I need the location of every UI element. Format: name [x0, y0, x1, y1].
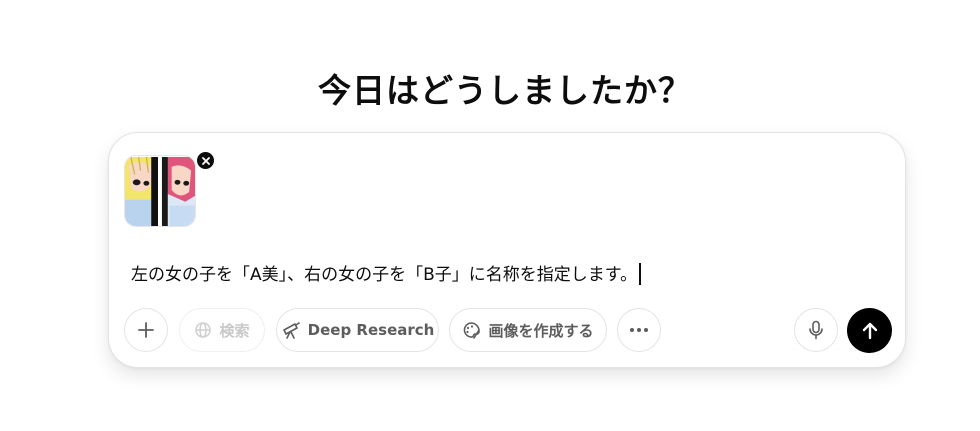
- send-button[interactable]: [847, 308, 892, 353]
- create-image-button[interactable]: 画像を作成する: [449, 308, 607, 352]
- close-icon: [201, 156, 210, 165]
- more-tools-button[interactable]: [617, 308, 661, 352]
- create-image-label: 画像を作成する: [488, 321, 594, 340]
- search-label: 検索: [219, 321, 250, 340]
- more-horizontal-icon: [630, 328, 648, 332]
- telescope-icon: [282, 322, 300, 339]
- globe-icon: [195, 322, 212, 338]
- arrow-up-icon: [862, 322, 877, 339]
- voice-input-button[interactable]: [794, 308, 838, 352]
- deep-research-label: Deep Research: [307, 321, 435, 339]
- remove-attachment-button[interactable]: [195, 150, 216, 171]
- search-button[interactable]: 検索: [179, 308, 265, 352]
- attachment-thumbnail: [124, 155, 196, 227]
- prompt-input[interactable]: 左の女の子を「A美」、右の女の子を「B子」に名称を指定します。: [131, 260, 641, 285]
- add-attachment-button[interactable]: [124, 308, 168, 352]
- prompt-text: 左の女の子を「A美」、右の女の子を「B子」に名称を指定します。: [131, 265, 638, 285]
- deep-research-button[interactable]: Deep Research: [276, 308, 439, 352]
- plus-icon: [138, 322, 154, 338]
- image-attachment[interactable]: [124, 150, 216, 227]
- microphone-icon: [809, 320, 823, 340]
- paint-palette-icon: [464, 321, 481, 339]
- text-caret: [639, 263, 641, 285]
- chat-composer: 左の女の子を「A美」、右の女の子を「B子」に名称を指定します。 検索 Deep …: [108, 132, 906, 368]
- page-title: 今日はどうしましたか？: [318, 71, 692, 110]
